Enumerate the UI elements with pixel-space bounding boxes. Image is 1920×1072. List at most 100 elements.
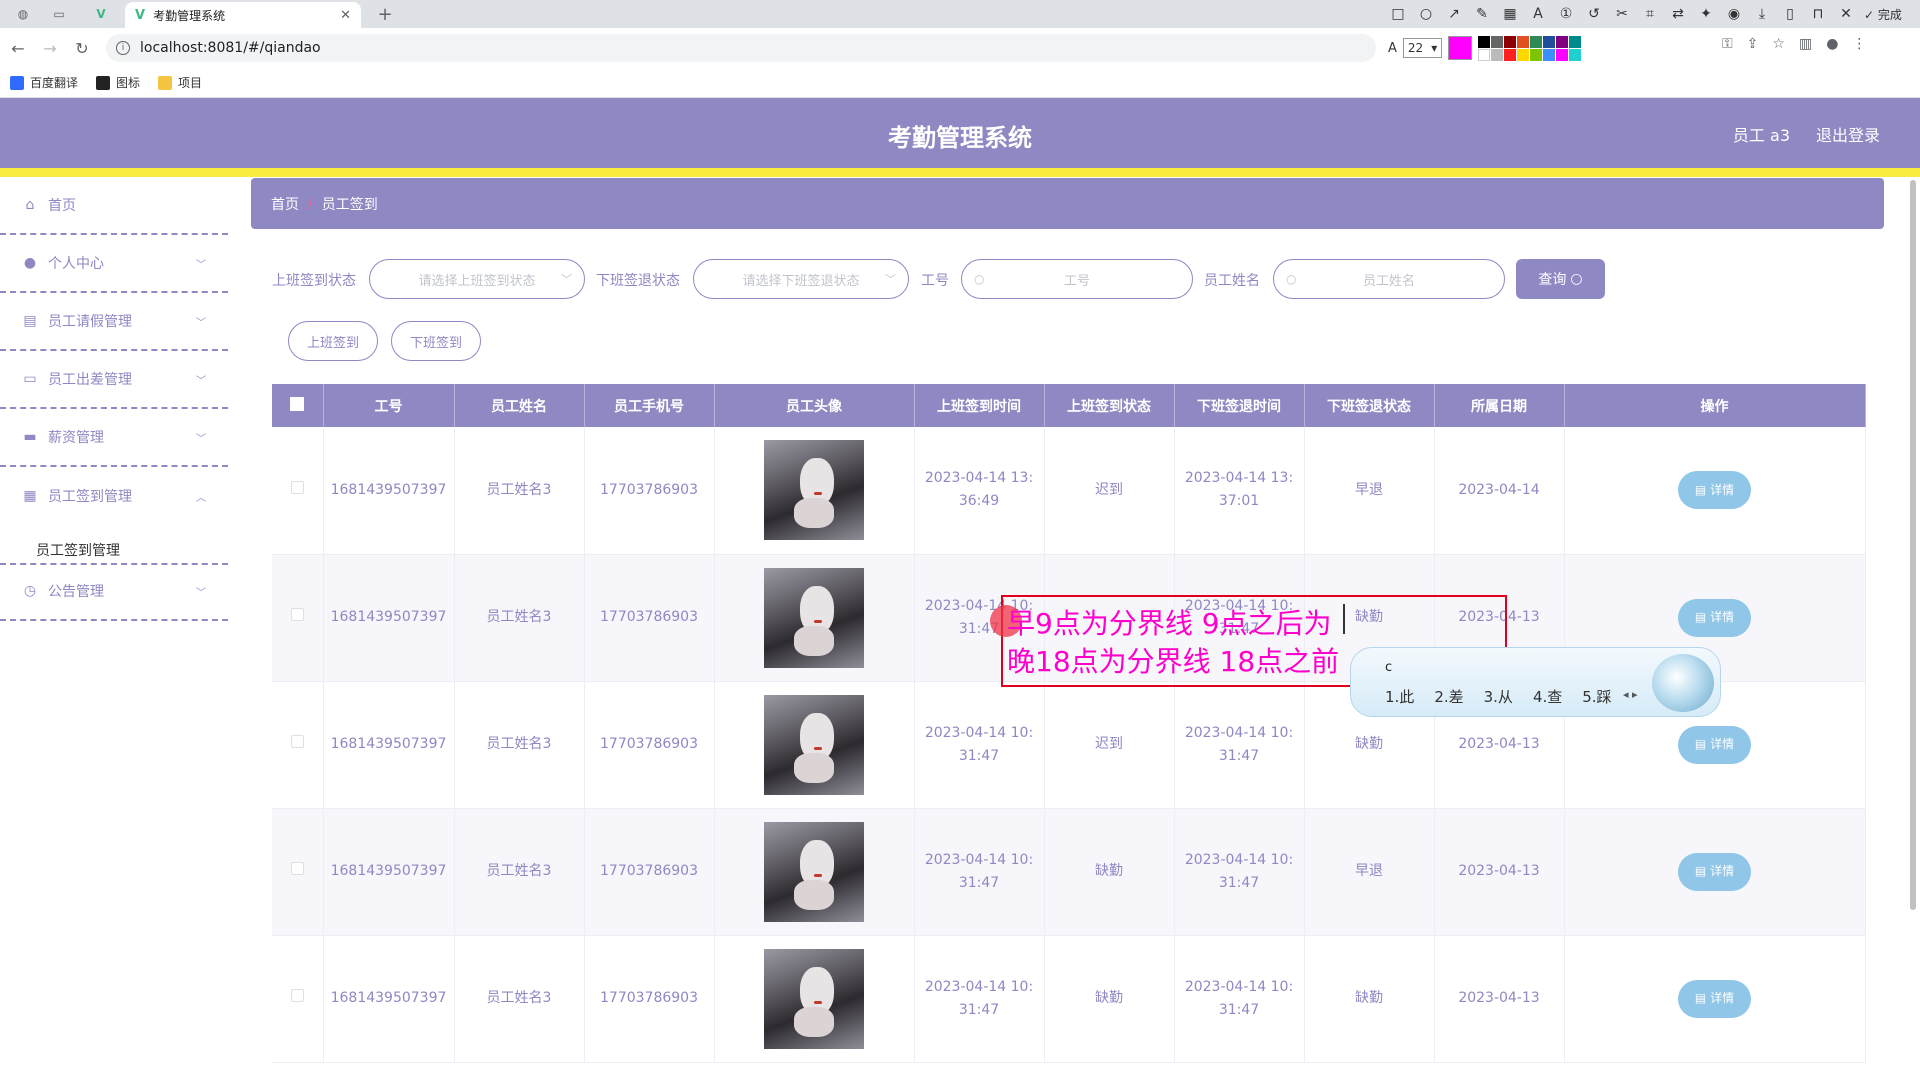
undo-icon[interactable]: ↺ (1584, 6, 1604, 22)
share-icon[interactable]: ⇪ (1747, 36, 1759, 52)
record-icon[interactable]: ◉ (1724, 6, 1744, 22)
number-tool-icon[interactable]: ① (1556, 6, 1576, 22)
forward-arrow-icon[interactable]: → (38, 36, 62, 60)
row-checkbox[interactable] (290, 989, 304, 1002)
sidebar-item-business-trip[interactable]: ▭ 员工出差管理 ﹀ (0, 351, 228, 409)
emp-no-input[interactable]: ○ 工号 (961, 259, 1193, 299)
avatar[interactable] (764, 948, 864, 1049)
ime-candidate-window: c 1.此 2.差 3.从 4.查 5.踩 ◂ ▸ (1350, 647, 1721, 717)
bookmark-item[interactable]: 百度翻译 (10, 74, 78, 91)
avatar[interactable] (764, 440, 864, 541)
download-icon[interactable]: ⤓ (1752, 6, 1772, 22)
avatar[interactable] (764, 821, 864, 922)
done-button[interactable]: ✓ 完成 (1864, 6, 1902, 23)
avatar[interactable] (764, 694, 864, 795)
bookmark-item[interactable]: 项目 (158, 74, 202, 91)
ime-page-arrows[interactable]: ◂ ▸ (1623, 688, 1638, 701)
sidepanel-icon[interactable]: ▥ (1799, 36, 1812, 52)
reload-icon[interactable]: ↻ (70, 36, 94, 60)
rectangle-tool-icon[interactable]: □ (1388, 6, 1408, 22)
bookmark-icon[interactable]: ⊓ (1808, 6, 1828, 22)
ime-candidate[interactable]: 2.差 (1434, 686, 1463, 707)
url-field[interactable]: i localhost:8081/#/qiandao (106, 34, 1376, 62)
avatar-cell (714, 681, 915, 809)
sidebar-item-notice[interactable]: ◷ 公告管理 ﹀ (0, 563, 228, 621)
font-size-select[interactable]: 22 ▾ (1402, 38, 1443, 58)
cancel-icon[interactable]: ✕ (1836, 6, 1856, 22)
column-header[interactable]: 员工头像 (714, 384, 915, 427)
ime-candidate[interactable]: 4.查 (1533, 686, 1562, 707)
bookmark-label: 百度翻译 (30, 76, 79, 90)
bookmark-item[interactable]: 图标 (96, 74, 140, 91)
detail-label: 详情 (1710, 864, 1735, 878)
bookmarks-bar: 百度翻译 图标 项目 (0, 68, 1920, 98)
sidebar-item-salary[interactable]: ▬ 薪资管理 ﹀ (0, 409, 228, 467)
column-header[interactable]: 下班签退状态 (1304, 384, 1435, 427)
circle-tool-icon[interactable]: ○ (1416, 6, 1436, 22)
globe-icon[interactable]: ◍ (8, 2, 38, 26)
detail-button[interactable]: ▤ 详情 (1678, 852, 1751, 891)
logout-link[interactable]: 退出登录 (1816, 122, 1880, 146)
column-header[interactable]: 下班签退时间 (1174, 384, 1305, 427)
app-header: 考勤管理系统 员工 a3 退出登录 (0, 98, 1920, 168)
pen-tool-icon[interactable]: ✎ (1472, 6, 1492, 22)
ime-candidate[interactable]: 1.此 (1385, 686, 1414, 707)
checkout-status-select[interactable]: 请选择下班签退状态 ﹀ (693, 259, 909, 299)
sidebar-item-profile[interactable]: ● 个人中心 ﹀ (0, 235, 228, 293)
arrow-tool-icon[interactable]: ↗ (1444, 6, 1464, 22)
query-label: 查询 (1538, 272, 1567, 288)
pin-icon[interactable]: ✦ (1696, 6, 1716, 22)
date-cell: 2023-04-13 (1434, 935, 1565, 1063)
avatar[interactable] (764, 567, 864, 668)
search-icon: ○ (1570, 271, 1583, 287)
text-tool-icon[interactable]: A (1528, 6, 1548, 22)
checkin-status-select[interactable]: 请选择上班签到状态 ﹀ (369, 259, 585, 299)
checkin-button[interactable]: 上班签到 (288, 321, 378, 361)
sidebar-item-leave[interactable]: ▤ 员工请假管理 ﹀ (0, 293, 228, 351)
detail-button[interactable]: ▤ 详情 (1678, 725, 1751, 764)
row-checkbox[interactable] (290, 862, 304, 875)
column-header[interactable]: 上班签到状态 (1044, 384, 1175, 427)
back-arrow-icon[interactable]: ← (6, 36, 30, 60)
color-palette[interactable] (1478, 35, 1582, 61)
column-header[interactable]: 员工姓名 (454, 384, 585, 427)
checkout-status-cell: 早退 (1304, 808, 1435, 936)
query-button[interactable]: 查询 ○ (1516, 259, 1605, 299)
sidebar-item-checkin[interactable]: ▦ 员工签到管理 ︿ (0, 467, 228, 525)
new-tab-button[interactable]: + (372, 2, 398, 26)
breadcrumb-home[interactable]: 首页 (271, 194, 299, 214)
column-header[interactable]: 所属日期 (1434, 384, 1565, 427)
profile-icon[interactable]: ● (1826, 36, 1838, 52)
row-checkbox[interactable] (290, 735, 304, 748)
active-tab[interactable]: V 考勤管理系统 ✕ (125, 2, 361, 28)
page-scrollbar[interactable] (1910, 180, 1916, 910)
mosaic-tool-icon[interactable]: ▦ (1500, 6, 1520, 22)
current-color-swatch[interactable] (1448, 36, 1473, 60)
info-icon[interactable]: i (116, 41, 130, 55)
vue-logo-icon[interactable]: V (86, 2, 116, 26)
blank-tab-icon[interactable]: ▭ (44, 2, 74, 26)
operation-cell: ▤ 详情 (1564, 427, 1866, 555)
row-checkbox[interactable] (290, 480, 304, 494)
sidebar-item-home[interactable]: ⌂ 首页 (0, 177, 228, 235)
close-tab-icon[interactable]: ✕ (340, 8, 351, 23)
translate-icon[interactable]: ⇄ (1668, 6, 1688, 22)
menu-dots-icon[interactable]: ⋮ (1852, 36, 1866, 52)
emp-name-input[interactable]: ○ 员工姓名 (1273, 259, 1505, 299)
detail-button[interactable]: ▤ 详情 (1678, 598, 1751, 637)
column-header[interactable]: 工号 (323, 384, 455, 427)
column-header[interactable]: 上班签到时间 (914, 384, 1045, 427)
ime-candidate[interactable]: 5.踩 (1582, 686, 1611, 707)
cut-icon[interactable]: ✂ (1612, 6, 1632, 22)
select-all-checkbox[interactable] (290, 396, 305, 411)
checkout-button[interactable]: 下班签到 (391, 321, 481, 361)
detail-button[interactable]: ▤ 详情 (1678, 471, 1751, 510)
key-icon[interactable]: ⚿ (1722, 36, 1733, 52)
phone-icon[interactable]: ▯ (1780, 6, 1800, 22)
ocr-icon[interactable]: ⌗ (1640, 6, 1660, 22)
column-header[interactable]: 员工手机号 (584, 384, 715, 427)
row-checkbox[interactable] (290, 608, 304, 621)
detail-button[interactable]: ▤ 详情 (1678, 979, 1751, 1018)
star-icon[interactable]: ☆ (1772, 36, 1785, 52)
ime-candidate[interactable]: 3.从 (1484, 686, 1513, 707)
